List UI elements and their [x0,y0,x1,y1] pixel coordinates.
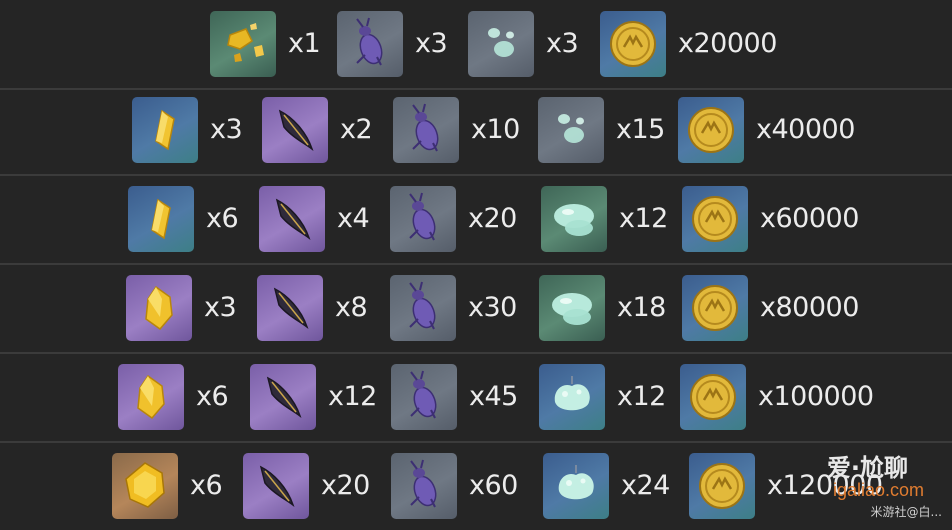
material-quantity: x100000 [758,381,874,412]
material-quantity: x60000 [760,203,859,234]
dark-feather-icon [250,364,316,430]
material-quantity: x20 [468,203,517,234]
level-row: x3 x8 x30 x18 x80000 [0,264,952,354]
slime-condensate-icon [541,186,607,252]
material-quantity: x24 [621,470,670,501]
dark-feather-icon [243,453,309,519]
watermark-logo-text: 爱·尬聊 [826,454,908,482]
material-quantity: x6 [206,203,239,234]
material-quantity: x20000 [678,28,777,59]
gold-ore-chunks-icon [210,11,276,77]
purple-beetle-icon [337,11,403,77]
material-quantity: x3 [204,292,237,323]
gold-crystal-fragment-icon [118,364,184,430]
watermark-credit: 米游社@白... [870,505,942,519]
purple-beetle-icon [390,186,456,252]
level-row: x6 x12 x45 x12 x100000 [0,353,952,443]
material-quantity: x12 [328,381,377,412]
gold-crystal-sliver-icon [132,97,198,163]
material-quantity: x18 [617,292,666,323]
slime-drops-icon [468,11,534,77]
gold-crystal-sliver-icon [128,186,194,252]
material-quantity: x40000 [756,114,855,145]
material-quantity: x20 [321,470,370,501]
gold-crystal-fragment-icon [126,275,192,341]
watermark-url: igaliao.com [832,480,924,500]
material-quantity: x6 [190,470,223,501]
material-quantity: x12 [619,203,668,234]
material-quantity: x6 [196,381,229,412]
dark-feather-icon [257,275,323,341]
material-quantity: x1 [288,28,321,59]
material-quantity: x30 [468,292,517,323]
mora-coin-icon [600,11,666,77]
material-quantity: x2 [340,114,373,145]
dark-feather-icon [262,97,328,163]
slime-condensate-icon [539,275,605,341]
mora-coin-icon [682,275,748,341]
slime-concentrate-icon [539,364,605,430]
material-quantity: x12 [617,381,666,412]
dark-feather-icon [259,186,325,252]
gold-gemstone-icon [112,453,178,519]
material-quantity: x3 [546,28,579,59]
material-quantity: x4 [337,203,370,234]
material-quantity: x3 [415,28,448,59]
purple-beetle-icon [391,364,457,430]
purple-beetle-icon [393,97,459,163]
purple-beetle-icon [391,453,457,519]
mora-coin-icon [680,364,746,430]
level-row: x1 x3 x3 x20000 [0,0,952,90]
material-quantity: x60 [469,470,518,501]
level-row: x6 x4 x20 x12 x60000 [0,175,952,265]
material-quantity: x3 [210,114,243,145]
material-quantity: x15 [616,114,665,145]
slime-concentrate-icon [543,453,609,519]
material-quantity: x80000 [760,292,859,323]
mora-coin-icon [678,97,744,163]
site-watermark: 爱·尬聊 igaliao.com 米游社@白... [734,442,944,522]
level-row: x3 x2 x10 x15 x40000 [0,86,952,176]
material-quantity: x45 [469,381,518,412]
material-quantity: x8 [335,292,368,323]
material-quantity: x10 [471,114,520,145]
purple-beetle-icon [390,275,456,341]
mora-coin-icon [682,186,748,252]
slime-drops-icon [538,97,604,163]
